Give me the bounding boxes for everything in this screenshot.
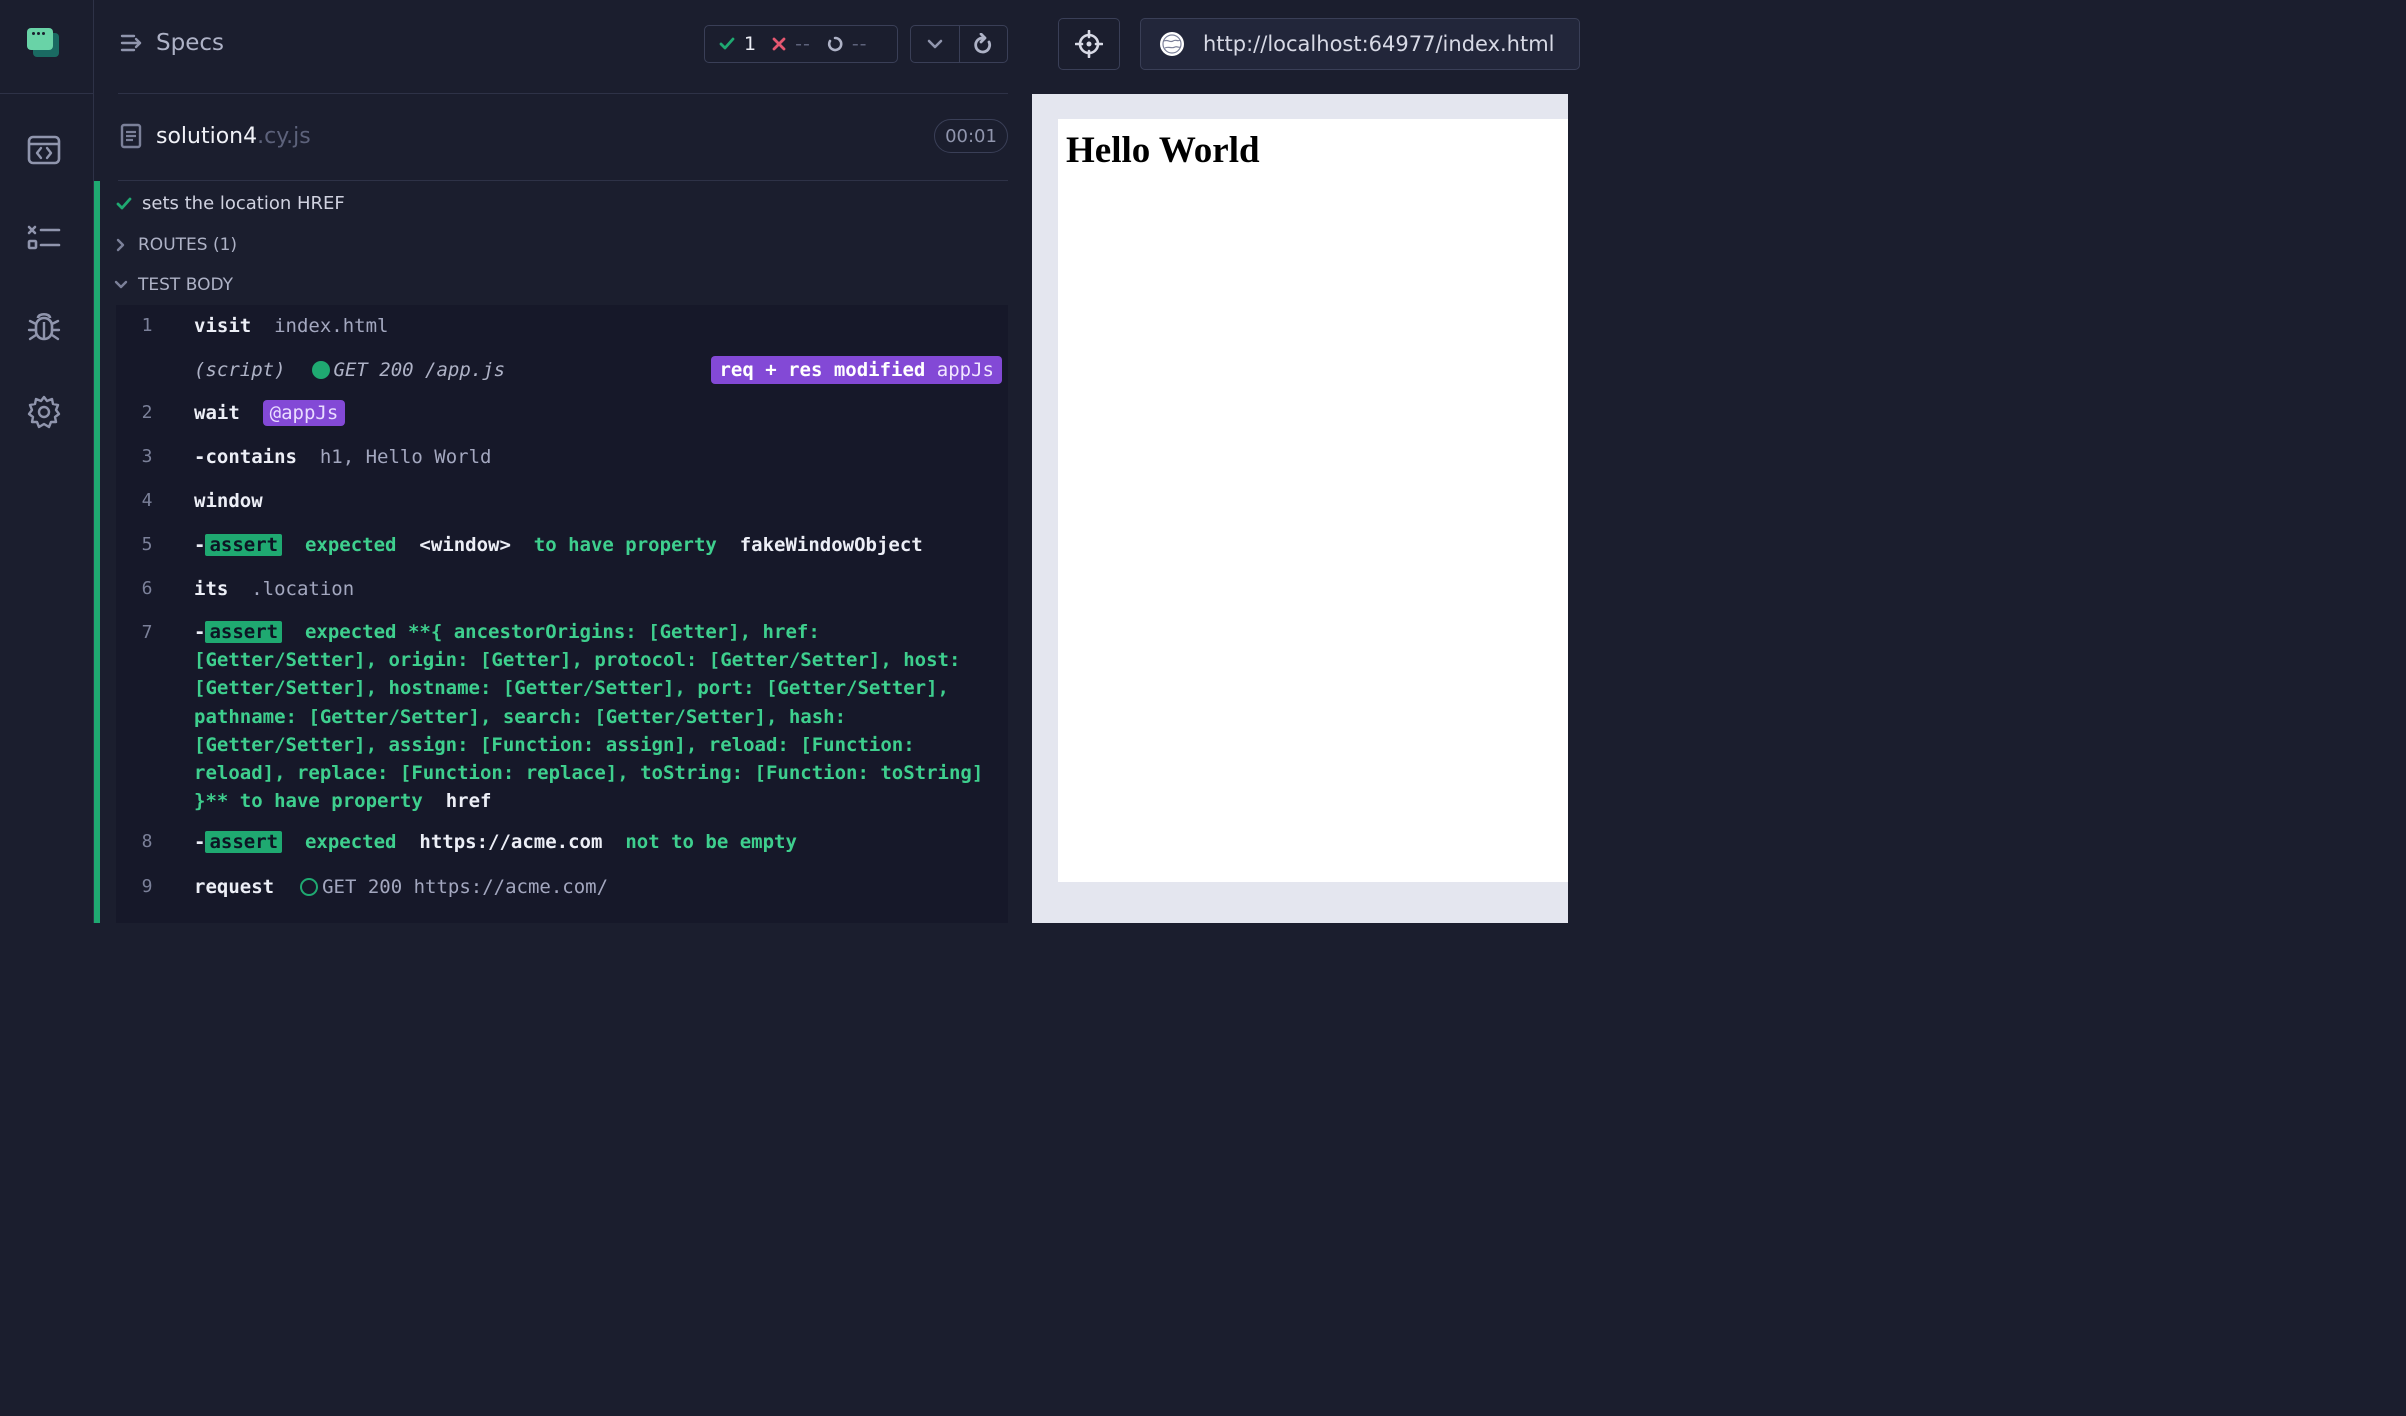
test-body-label: TEST BODY [138,275,233,295]
check-icon [719,37,735,50]
chevron-down-icon [927,39,943,49]
request-status-dot [311,361,330,379]
left-nav [0,0,94,923]
chevron-right-icon [116,238,125,252]
routes-toggle[interactable]: ROUTES (1) [116,235,237,255]
specs-label: Specs [156,30,224,56]
test-title-row[interactable]: sets the location HREF [116,193,345,214]
alias-badge: @appJs [262,400,346,426]
test-item: sets the location HREF ROUTES (1) TEST B… [94,181,1008,923]
url-text: http://localhost:64977/index.html [1203,32,1555,56]
rerun-button[interactable] [958,26,1008,62]
assert-badge: assert [205,621,283,643]
reporter-controls [910,25,1008,63]
url-bar[interactable]: http://localhost:64977/index.html [1140,18,1580,70]
settings-nav-button[interactable] [22,390,66,434]
app-under-test: http://localhost:64977/index.html Hello … [1032,0,1580,923]
spec-file-header: solution4.cy.js 00:01 [118,95,1008,181]
logo-area [0,0,93,94]
runs-nav-button[interactable] [22,216,66,260]
command-log: 1 visit index.html (script) GET 200 /app… [116,305,1008,923]
spec-duration: 00:01 [934,119,1008,153]
refresh-icon [974,33,992,54]
test-status-bar [94,181,100,923]
selector-playground-button[interactable] [1058,18,1120,70]
test-title: sets the location HREF [142,193,345,214]
chevron-down-icon [114,280,128,289]
assert-badge: assert [205,831,283,853]
cypress-logo-icon[interactable] [27,28,61,58]
reporter-header: Specs 1 -- -- [118,0,1008,94]
crosshair-icon [1075,30,1103,58]
specs-link[interactable]: Specs [120,30,224,56]
pending-icon [827,36,843,52]
bug-icon [27,312,61,341]
test-body-toggle[interactable]: TEST BODY [114,275,233,295]
pending-count: -- [827,33,868,55]
check-icon [116,197,132,209]
specs-nav-button[interactable] [22,128,66,172]
globe-icon [1160,32,1184,56]
request-status-dot [300,878,319,896]
debug-nav-button[interactable] [22,304,66,348]
aut-iframe: Hello World [1058,119,1568,882]
expand-button[interactable] [911,26,959,62]
aut-header: http://localhost:64977/index.html [1032,0,1580,94]
test-results-icon [27,225,61,250]
document-icon [120,123,142,149]
route-modified-tag: req + res modified appJs [711,356,1002,384]
passed-count: 1 [719,33,756,55]
routes-label: ROUTES (1) [138,235,238,255]
spec-file[interactable]: solution4.cy.js [120,123,311,149]
code-browser-icon [27,135,61,165]
collapse-list-icon [120,34,142,52]
spec-name: solution4 [156,123,258,149]
test-stats: 1 -- -- [704,25,898,63]
gear-icon [27,395,61,429]
reporter-panel: Specs 1 -- -- solution4.cy.js 00:01 sets… [94,0,1032,923]
failed-count: -- [772,33,811,55]
x-icon [772,37,786,51]
assert-badge: assert [205,534,283,556]
spec-ext: .cy.js [257,123,311,149]
page-heading: Hello World [1066,130,1260,171]
